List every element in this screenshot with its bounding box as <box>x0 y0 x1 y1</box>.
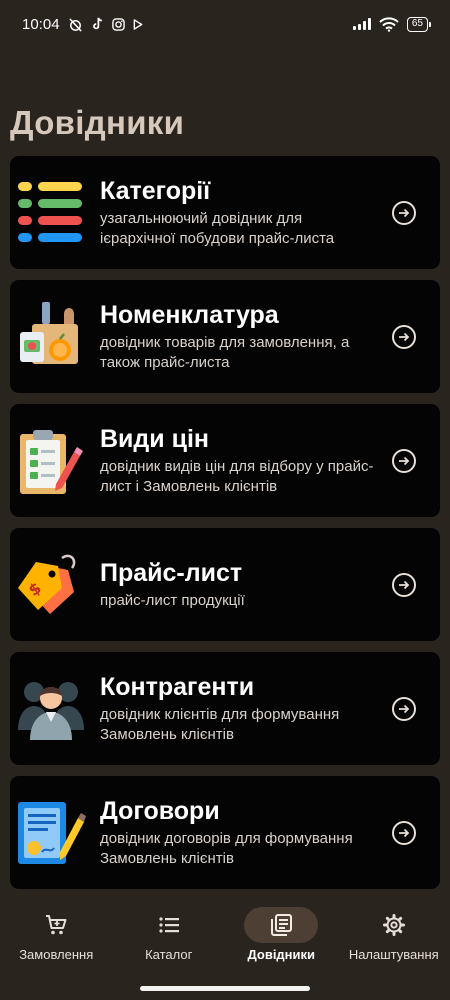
nav-references[interactable]: Довідники <box>225 890 338 1000</box>
people-icon <box>18 682 84 740</box>
card-counterparties[interactable]: Контрагенти довідник клієнтів для формув… <box>10 652 440 765</box>
bottom-navigation: Замовлення Каталог Довідники Налаштуванн… <box>0 890 450 1000</box>
gear-icon <box>382 914 405 936</box>
card-contracts[interactable]: Договори довідник договорів для формуван… <box>10 776 440 889</box>
card-subtitle: прайс-лист продукції <box>100 592 245 609</box>
nav-settings[interactable]: Налаштування <box>338 890 450 1000</box>
card-nomenclature[interactable]: Номенклатура довідник товарів для замовл… <box>10 280 440 393</box>
arrow-right-icon[interactable] <box>392 324 416 349</box>
arrow-right-icon[interactable] <box>392 820 416 845</box>
card-title: Види цін <box>100 425 210 453</box>
card-subtitle: довідник клієнтів для формування Замовле… <box>100 706 340 743</box>
signal-icon <box>352 18 371 30</box>
reference-list: Категорії узагальнюючий довідник для ієр… <box>10 156 440 900</box>
nav-label: Замовлення <box>19 947 94 962</box>
card-title: Категорії <box>100 177 211 205</box>
card-title: Прайс-лист <box>100 559 243 587</box>
card-subtitle: довідник видів цін для відбору у прайс-л… <box>100 458 374 495</box>
instagram-icon <box>111 17 125 31</box>
card-title: Номенклатура <box>100 301 279 329</box>
arrow-right-icon[interactable] <box>392 448 416 473</box>
arrow-right-icon[interactable] <box>392 696 416 721</box>
card-subtitle: довідник товарів для замовлення, а також… <box>100 334 350 371</box>
nav-label: Каталог <box>145 947 193 962</box>
tiktok-icon <box>92 17 102 30</box>
list-lines-icon <box>159 917 179 933</box>
card-subtitle: довідник договорів для формування Замовл… <box>100 830 353 867</box>
book-icon <box>271 914 293 936</box>
arrow-right-icon[interactable] <box>392 200 416 225</box>
battery-icon: 65 <box>406 16 432 32</box>
card-title: Договори <box>100 797 220 825</box>
card-price-types[interactable]: Види цін довідник видів цін для відбору … <box>10 404 440 517</box>
nav-label: Довідники <box>247 947 316 962</box>
cart-icon <box>46 915 67 935</box>
wifi-icon <box>379 16 399 32</box>
nav-catalog[interactable]: Каталог <box>113 890 226 1000</box>
status-time: 10:04 <box>22 15 60 33</box>
alarm-off-icon <box>68 17 82 32</box>
home-indicator[interactable] <box>140 986 310 991</box>
nav-orders[interactable]: Замовлення <box>0 890 113 1000</box>
nav-label: Налаштування <box>348 947 439 962</box>
contract-icon <box>18 802 86 864</box>
play-icon <box>133 18 142 30</box>
card-subtitle: узагальнюючий довідник для ієрархічної п… <box>100 210 335 247</box>
grocery-icon <box>20 302 78 364</box>
status-bar: 10:04 65 <box>0 0 450 48</box>
arrow-right-icon[interactable] <box>392 572 416 597</box>
card-price-list[interactable]: $ Прайс-лист прайс-лист продукції <box>10 528 440 641</box>
page-title: Довідники <box>10 104 185 141</box>
price-tag-icon: $ <box>18 554 76 614</box>
card-title: Контрагенти <box>100 673 255 701</box>
list-icon <box>18 182 82 242</box>
clipboard-icon <box>20 430 83 494</box>
card-categories[interactable]: Категорії узагальнюючий довідник для ієр… <box>10 156 440 269</box>
